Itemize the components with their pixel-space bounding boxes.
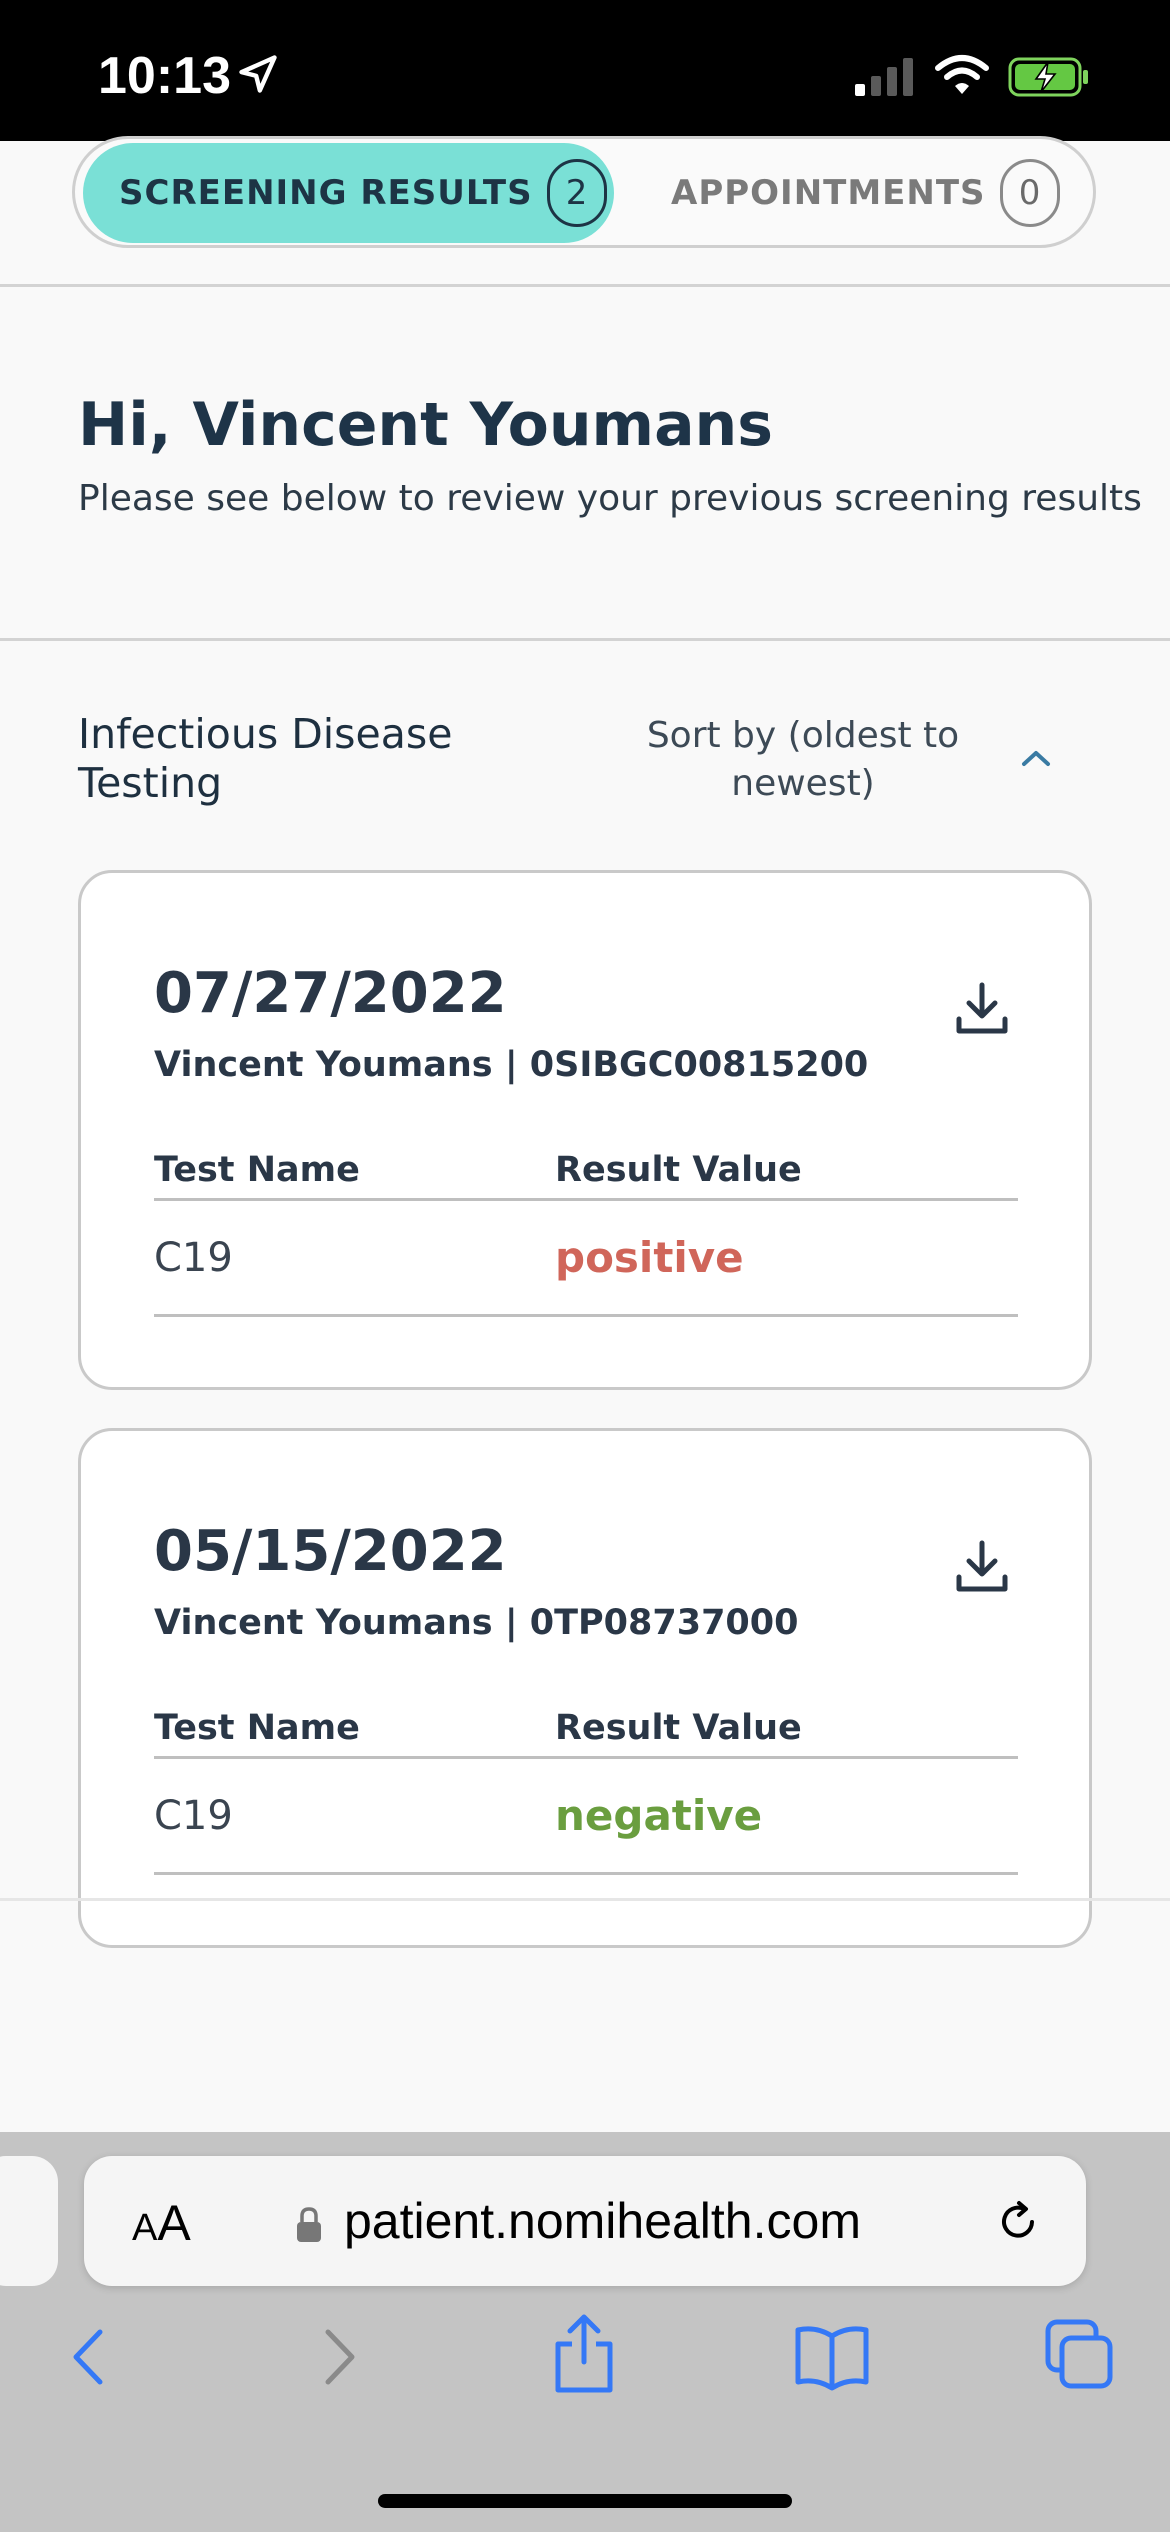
column-header-test-name: Test Name (154, 1150, 360, 1190)
tabs-icon[interactable] (1044, 2318, 1116, 2392)
count-badge: 2 (546, 159, 607, 227)
battery-charging-icon (1008, 57, 1088, 97)
back-icon[interactable] (66, 2322, 110, 2392)
status-time: 10:13 (98, 47, 231, 105)
divider (0, 284, 1170, 287)
table-divider (154, 1872, 1018, 1875)
text-size-button[interactable]: AA (132, 2194, 191, 2252)
download-icon[interactable] (955, 981, 1009, 1037)
test-name-cell: C19 (154, 1793, 233, 1839)
browser-nav-row (0, 2314, 1170, 2422)
results-tabs: SCREENING RESULTS 2 APPOINTMENTS 0 (72, 136, 1096, 248)
chevron-up-icon[interactable] (1018, 746, 1054, 770)
status-bar: 10:13 (0, 0, 1170, 141)
lock-icon (297, 2207, 321, 2242)
result-value-cell: negative (555, 1791, 763, 1840)
reload-icon[interactable] (994, 2198, 1042, 2246)
column-header-test-name: Test Name (154, 1708, 360, 1748)
share-icon[interactable] (552, 2312, 616, 2396)
sort-toggle[interactable]: Sort by (oldest to newest) (640, 712, 966, 808)
page-subtitle: Please see below to review your previous… (78, 478, 1142, 519)
result-date: 05/15/2022 (154, 1519, 507, 1584)
home-indicator[interactable] (378, 2494, 792, 2508)
section-title: Infectious Disease Testing (78, 710, 453, 807)
cellular-signal-icon (855, 58, 913, 96)
tab-appointments[interactable]: APPOINTMENTS 0 (671, 143, 1060, 243)
result-card: 07/27/2022 Vincent Youmans | 0SIBGC00815… (78, 870, 1092, 1390)
divider (0, 1898, 1170, 1901)
table-divider (154, 1198, 1018, 1201)
bookmarks-icon[interactable] (794, 2322, 870, 2392)
url-text[interactable]: patient.nomihealth.com (344, 2192, 861, 2250)
column-header-result-value: Result Value (555, 1708, 802, 1748)
column-header-result-value: Result Value (555, 1150, 802, 1190)
address-bar[interactable]: AA patient.nomihealth.com (84, 2156, 1086, 2286)
count-badge: 0 (999, 159, 1060, 227)
tab-screening-results[interactable]: SCREENING RESULTS 2 (83, 143, 614, 243)
result-meta: Vincent Youmans | 0SIBGC00815200 (154, 1045, 869, 1085)
divider (0, 638, 1170, 641)
result-value-cell: positive (555, 1233, 744, 1282)
table-divider (154, 1314, 1018, 1317)
result-date: 07/27/2022 (154, 961, 507, 1026)
page-title: Hi, Vincent Youmans (78, 390, 773, 460)
tab-label: SCREENING RESULTS (119, 173, 533, 213)
location-arrow-icon (239, 55, 277, 93)
download-icon[interactable] (955, 1539, 1009, 1595)
table-divider (154, 1756, 1018, 1759)
previous-tab-preview[interactable] (0, 2156, 58, 2286)
tab-label: APPOINTMENTS (671, 173, 986, 213)
result-card: 05/15/2022 Vincent Youmans | 0TP08737000… (78, 1428, 1092, 1948)
result-meta: Vincent Youmans | 0TP08737000 (154, 1603, 799, 1643)
wifi-icon (935, 55, 989, 94)
forward-icon[interactable] (318, 2322, 362, 2392)
browser-toolbar: AA patient.nomihealth.com (0, 2132, 1170, 2532)
test-name-cell: C19 (154, 1235, 233, 1281)
